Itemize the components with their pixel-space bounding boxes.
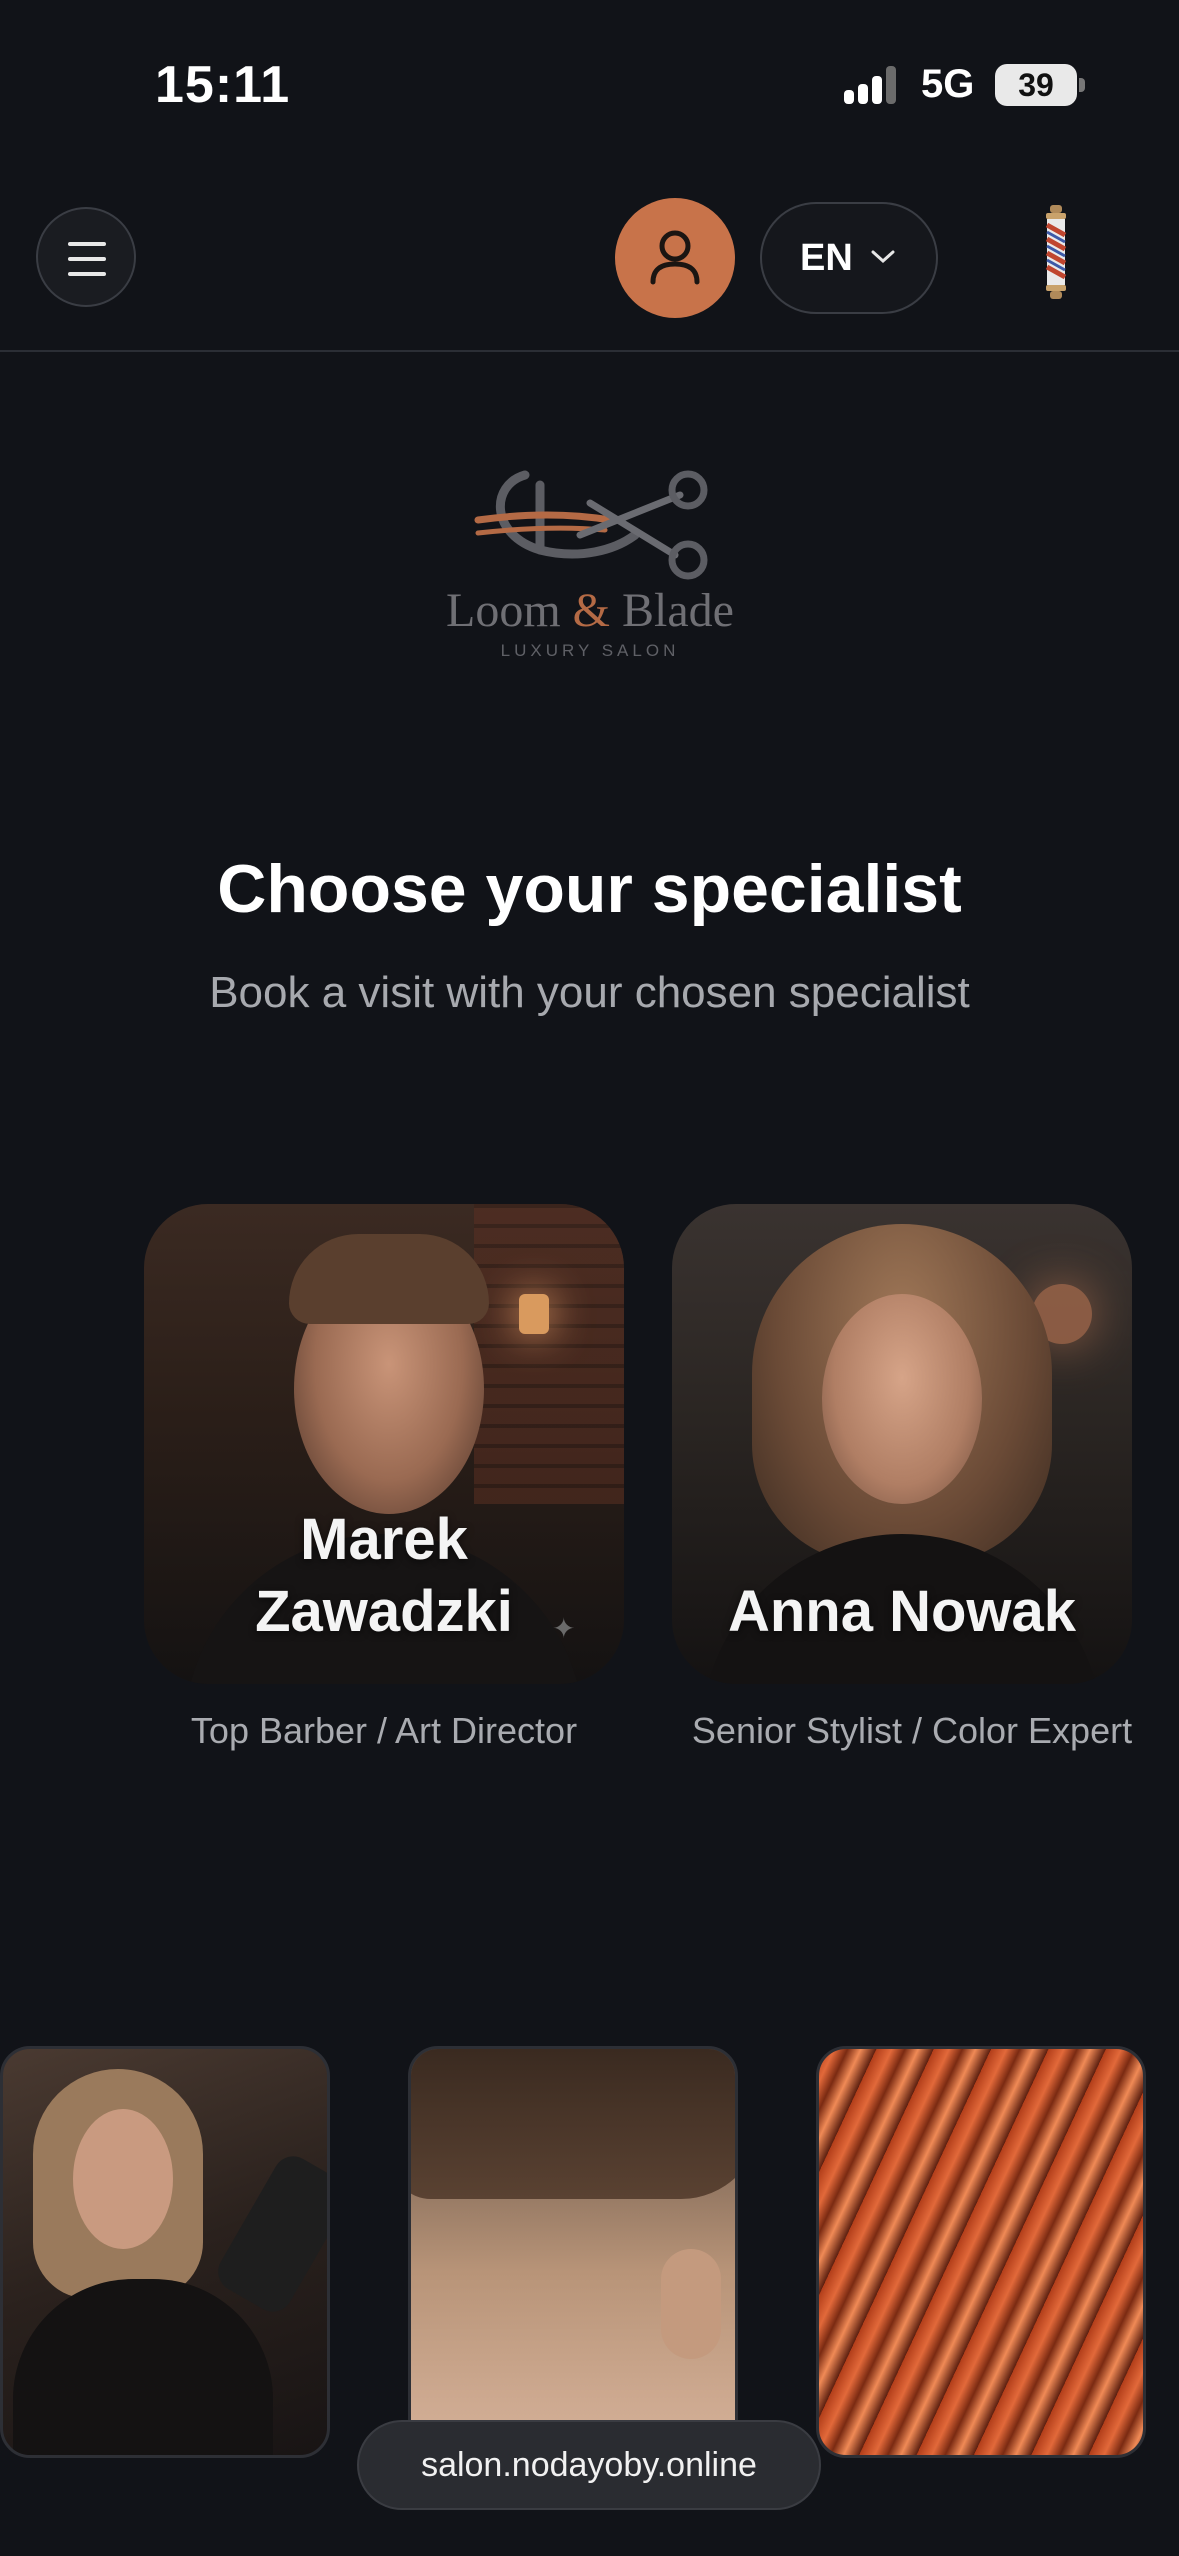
hamburger-icon: [68, 242, 106, 246]
hamburger-icon: [68, 257, 106, 261]
specialist-role: Top Barber / Art Director: [190, 1710, 578, 1751]
brand-name: Loom & Blade: [430, 583, 750, 638]
browser-url-bar[interactable]: salon.nodayoby.online: [357, 2420, 821, 2510]
face-shape: [73, 2109, 173, 2249]
sparkle-icon: ✦: [552, 1613, 576, 1644]
network-type: 5G: [921, 62, 975, 106]
specialist-card-anna[interactable]: Anna Nowak: [672, 1204, 1132, 1684]
hair-shape: [411, 2049, 735, 2199]
profile-button[interactable]: [615, 198, 735, 318]
specialist-role: Senior Stylist / Color Expert: [691, 1710, 1133, 1751]
brick-wall-bg: [474, 1204, 624, 1504]
specialist-photo-anna: [822, 1294, 982, 1504]
brand-logo[interactable]: Loom & Blade LUXURY SALON: [430, 455, 750, 665]
page-title: Choose your specialist: [217, 851, 962, 927]
specialist-name-line1: Marek: [300, 1507, 468, 1572]
gallery-photo-color[interactable]: [816, 2046, 1146, 2458]
user-icon: [650, 230, 700, 285]
hair-dryer-shape: [210, 2149, 327, 2319]
specialist-name: Anna Nowak: [672, 1576, 1132, 1648]
signal-icon: [844, 66, 896, 104]
hair-shape: [289, 1234, 489, 1324]
brand-name-left: Loom: [446, 584, 561, 637]
body-shape: [13, 2279, 273, 2455]
language-label: EN: [800, 237, 853, 279]
top-bar: EN: [0, 150, 1179, 352]
hamburger-icon: [68, 272, 106, 276]
status-bar: 15:11 5G 39: [0, 0, 1179, 150]
scissors-logo-icon: [474, 470, 708, 580]
specialist-name-line1: Anna Nowak: [727, 1579, 1077, 1644]
page-subtitle: Book a visit with your chosen specialist: [209, 968, 970, 1017]
battery-tip: [1079, 78, 1085, 92]
menu-button[interactable]: [36, 207, 136, 307]
barber-pole-icon[interactable]: [1042, 205, 1070, 301]
ear-shape: [661, 2249, 721, 2359]
brand-name-right: Blade: [622, 584, 734, 637]
brand-ampersand: &: [572, 584, 611, 637]
brand-tagline: LUXURY SALON: [500, 641, 680, 660]
lamp-light: [519, 1294, 549, 1334]
battery-icon: 39: [995, 64, 1077, 106]
specialist-card-marek[interactable]: Marek Zawadzki ✦: [144, 1204, 624, 1684]
language-selector[interactable]: EN: [760, 202, 938, 314]
status-time: 15:11: [155, 56, 291, 114]
chevron-down-icon: [871, 250, 895, 264]
gallery-photo-fade[interactable]: [408, 2046, 738, 2458]
gallery-photo-styling[interactable]: [0, 2046, 330, 2458]
